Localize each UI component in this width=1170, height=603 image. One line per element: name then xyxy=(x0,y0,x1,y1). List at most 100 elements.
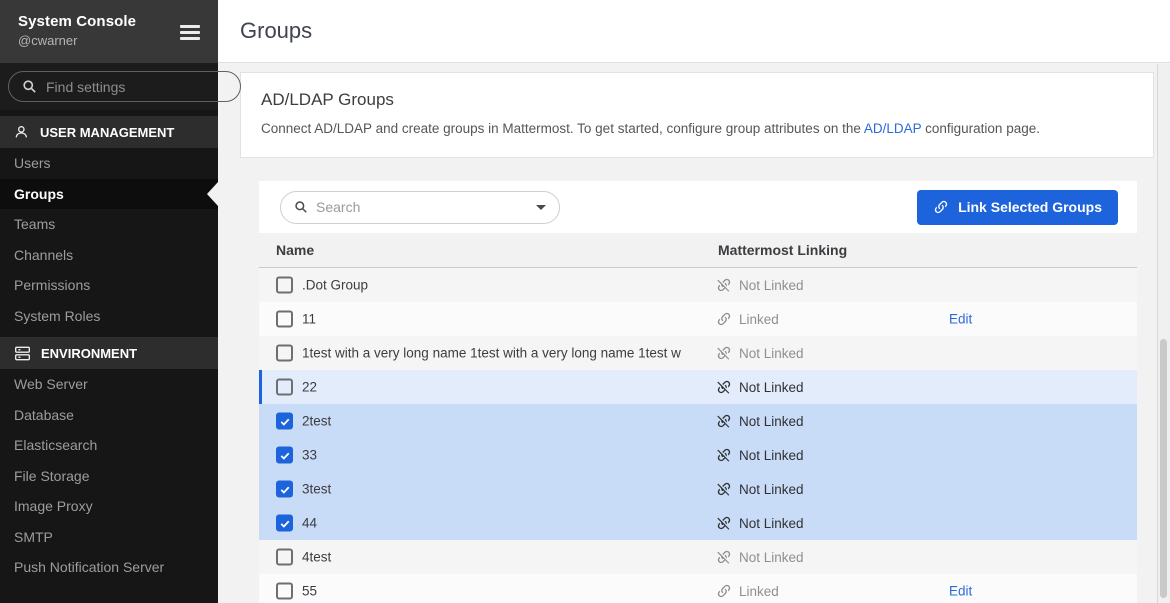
sidebar-item-channels[interactable]: Channels xyxy=(0,240,218,271)
group-search-filter[interactable] xyxy=(280,191,560,224)
group-name: 33 xyxy=(302,448,704,463)
sidebar-item-smtp[interactable]: SMTP xyxy=(0,522,218,553)
sidebar-item-push-notification-server[interactable]: Push Notification Server xyxy=(0,552,218,583)
link-status-label: Not Linked xyxy=(739,414,804,429)
row-checkbox[interactable] xyxy=(276,413,293,430)
sidebar-section-header: USER MANAGEMENT xyxy=(0,116,218,148)
chevron-down-icon[interactable] xyxy=(536,205,546,210)
group-name: 44 xyxy=(302,516,704,531)
sidebar-item-label: File Storage xyxy=(14,468,89,484)
sidebar-header: System Console @cwarner xyxy=(0,0,218,63)
sidebar-item-file-storage[interactable]: File Storage xyxy=(0,461,218,492)
table-row[interactable]: 22 Not Linked Edit xyxy=(259,370,1137,404)
sidebar-section-label: USER MANAGEMENT xyxy=(40,125,174,140)
link-status: Linked xyxy=(716,311,779,327)
sidebar-item-label: Teams xyxy=(14,216,55,232)
users-icon xyxy=(14,124,30,140)
row-checkbox[interactable] xyxy=(276,481,293,498)
group-name: 3test xyxy=(302,482,704,497)
row-checkbox[interactable] xyxy=(276,447,293,464)
sidebar-item-label: Users xyxy=(14,155,51,171)
unlink-icon xyxy=(716,481,732,497)
sidebar-item-system-roles[interactable]: System Roles xyxy=(0,301,218,332)
sidebar-item-database[interactable]: Database xyxy=(0,400,218,431)
table-row[interactable]: 1test with a very long name 1test with a… xyxy=(259,336,1137,370)
sidebar-item-web-server[interactable]: Web Server xyxy=(0,369,218,400)
link-status: Not Linked xyxy=(716,277,804,293)
group-search-input[interactable] xyxy=(316,199,528,215)
unlink-icon xyxy=(716,549,732,565)
sidebar-item-label: SMTP xyxy=(14,529,53,545)
scrollbar[interactable] xyxy=(1157,64,1170,603)
adldap-config-link[interactable]: AD/LDAP xyxy=(864,121,922,136)
link-selected-groups-button[interactable]: Link Selected Groups xyxy=(917,190,1118,225)
find-settings-search[interactable] xyxy=(8,71,241,102)
sidebar-item-label: Elasticsearch xyxy=(14,437,97,453)
link-status: Linked xyxy=(716,583,779,599)
link-status: Not Linked xyxy=(716,447,804,463)
edit-link[interactable]: Edit xyxy=(949,584,972,599)
groups-panel: Link Selected Groups Name Mattermost Lin… xyxy=(259,181,1137,603)
card-description: Connect AD/LDAP and create groups in Mat… xyxy=(261,121,1133,136)
table-row[interactable]: 3test Not Linked Edit xyxy=(259,472,1137,506)
table-row[interactable]: 2test Not Linked Edit xyxy=(259,404,1137,438)
scrollbar-thumb[interactable] xyxy=(1160,339,1167,598)
sidebar-section-header: ENVIRONMENT xyxy=(0,337,218,369)
group-name: 11 xyxy=(302,312,704,327)
link-status: Not Linked xyxy=(716,413,804,429)
edit-link[interactable]: Edit xyxy=(949,312,972,327)
row-checkbox[interactable] xyxy=(276,583,293,600)
sidebar-item-label: Image Proxy xyxy=(14,498,93,514)
search-icon xyxy=(22,79,37,94)
sidebar-item-image-proxy[interactable]: Image Proxy xyxy=(0,491,218,522)
sidebar-item-label: Groups xyxy=(14,186,64,202)
table-header: Name Mattermost Linking xyxy=(259,233,1137,268)
find-settings-input[interactable] xyxy=(46,79,227,95)
row-checkbox[interactable] xyxy=(276,311,293,328)
table-row[interactable]: .Dot Group Not Linked Edit xyxy=(259,268,1137,302)
table-row[interactable]: 44 Not Linked Edit xyxy=(259,506,1137,540)
group-name: 22 xyxy=(302,380,704,395)
page-title: Groups xyxy=(240,18,312,44)
groups-toolbar: Link Selected Groups xyxy=(259,181,1137,233)
link-status-label: Linked xyxy=(739,312,779,327)
link-status: Not Linked xyxy=(716,481,804,497)
row-checkbox[interactable] xyxy=(276,277,293,294)
table-row[interactable]: 55 Linked Edit xyxy=(259,574,1137,603)
unlink-icon xyxy=(716,447,732,463)
table-row[interactable]: 4test Not Linked Edit xyxy=(259,540,1137,574)
hamburger-menu-icon[interactable] xyxy=(180,25,200,40)
link-icon xyxy=(716,583,732,599)
sidebar-item-teams[interactable]: Teams xyxy=(0,209,218,240)
row-checkbox[interactable] xyxy=(276,549,293,566)
row-checkbox[interactable] xyxy=(276,345,293,362)
sidebar-item-label: Web Server xyxy=(14,376,88,392)
content-area: AD/LDAP Groups Connect AD/LDAP and creat… xyxy=(218,64,1170,603)
link-status-label: Not Linked xyxy=(739,380,804,395)
group-name: 4test xyxy=(302,550,704,565)
group-name: 55 xyxy=(302,584,704,599)
row-checkbox[interactable] xyxy=(276,515,293,532)
link-status-label: Not Linked xyxy=(739,448,804,463)
sidebar: System Console @cwarner USER MANAGEMENT … xyxy=(0,0,218,603)
console-title: System Console xyxy=(18,13,202,30)
table-row[interactable]: 33 Not Linked Edit xyxy=(259,438,1137,472)
unlink-icon xyxy=(716,413,732,429)
sidebar-item-elasticsearch[interactable]: Elasticsearch xyxy=(0,430,218,461)
table-row[interactable]: 11 Linked Edit xyxy=(259,302,1137,336)
main-area: Groups AD/LDAP Groups Connect AD/LDAP an… xyxy=(218,0,1170,603)
group-name: .Dot Group xyxy=(302,278,704,293)
link-button-label: Link Selected Groups xyxy=(958,199,1102,215)
sidebar-item-users[interactable]: Users xyxy=(0,148,218,179)
sidebar-item-permissions[interactable]: Permissions xyxy=(0,270,218,301)
sidebar-item-groups[interactable]: Groups xyxy=(0,179,218,210)
row-checkbox[interactable] xyxy=(276,379,293,396)
unlink-icon xyxy=(716,379,732,395)
sidebar-section: USER MANAGEMENT Users Groups Teams Chann… xyxy=(0,116,218,331)
link-status-label: Not Linked xyxy=(739,346,804,361)
sidebar-section: ENVIRONMENT Web Server Database Elastics… xyxy=(0,337,218,583)
link-status: Not Linked xyxy=(716,379,804,395)
sidebar-item-label: Channels xyxy=(14,247,73,263)
link-status: Not Linked xyxy=(716,345,804,361)
card-title: AD/LDAP Groups xyxy=(261,90,1133,110)
